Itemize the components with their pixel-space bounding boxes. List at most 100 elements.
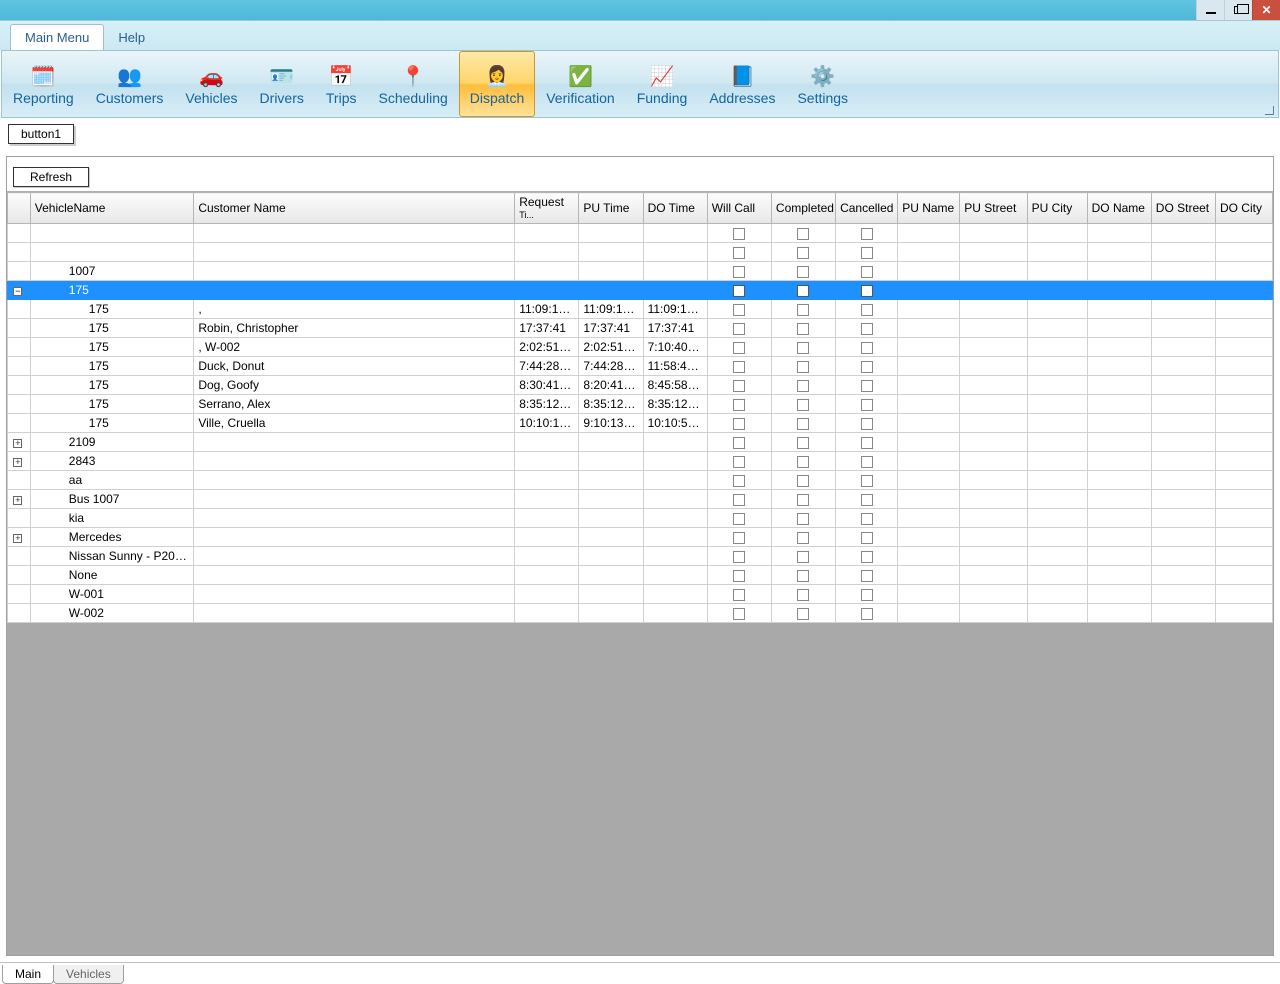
cell-cancelled[interactable] [836,585,898,604]
cell-willcall[interactable] [707,300,771,319]
checkbox-icon[interactable] [733,418,745,430]
cell-cancelled[interactable] [836,319,898,338]
col-header[interactable]: Cancelled [836,193,898,224]
checkbox-icon[interactable] [733,494,745,506]
row-expander[interactable] [8,338,31,357]
cell-willcall[interactable] [707,281,771,300]
checkbox-icon[interactable] [861,437,873,449]
table-row[interactable]: +Bus 1007 [8,490,1273,509]
cell-cancelled[interactable] [836,433,898,452]
cell-completed[interactable] [771,585,835,604]
checkbox-icon[interactable] [797,589,809,601]
cell-willcall[interactable] [707,376,771,395]
cell-completed[interactable] [771,262,835,281]
cell-cancelled[interactable] [836,281,898,300]
row-expander[interactable] [8,224,31,243]
checkbox-icon[interactable] [733,399,745,411]
checkbox-icon[interactable] [797,532,809,544]
cell-completed[interactable] [771,547,835,566]
cell-completed[interactable] [771,243,835,262]
tool-funding[interactable]: 📈Funding [626,51,699,117]
tool-dispatch[interactable]: 👩‍💼Dispatch [459,51,535,117]
checkbox-icon[interactable] [733,323,745,335]
col-header[interactable]: PU City [1027,193,1087,224]
cell-completed[interactable] [771,224,835,243]
checkbox-icon[interactable] [861,608,873,620]
cell-willcall[interactable] [707,452,771,471]
ribbon-tab-help[interactable]: Help [104,25,159,50]
table-row[interactable] [8,224,1273,243]
cell-cancelled[interactable] [836,509,898,528]
checkbox-icon[interactable] [797,437,809,449]
maximize-button[interactable] [1224,0,1252,20]
row-expander[interactable]: − [8,281,31,300]
checkbox-icon[interactable] [733,589,745,601]
cell-completed[interactable] [771,566,835,585]
checkbox-icon[interactable] [797,285,809,297]
table-row[interactable]: +Mercedes [8,528,1273,547]
table-row[interactable]: aa [8,471,1273,490]
col-header[interactable]: PU Street [960,193,1027,224]
cell-willcall[interactable] [707,357,771,376]
checkbox-icon[interactable] [797,304,809,316]
row-expander[interactable] [8,395,31,414]
col-header[interactable]: PU Name [898,193,960,224]
cell-cancelled[interactable] [836,604,898,623]
checkbox-icon[interactable] [733,475,745,487]
checkbox-icon[interactable] [861,323,873,335]
table-row[interactable]: 1007 [8,262,1273,281]
cell-cancelled[interactable] [836,471,898,490]
cell-completed[interactable] [771,604,835,623]
cell-completed[interactable] [771,300,835,319]
bottom-tab-main[interactable]: Main [2,965,54,984]
checkbox-icon[interactable] [861,304,873,316]
checkbox-icon[interactable] [797,456,809,468]
col-header[interactable]: DO Name [1087,193,1151,224]
checkbox-icon[interactable] [861,247,873,259]
cell-willcall[interactable] [707,433,771,452]
checkbox-icon[interactable] [797,475,809,487]
checkbox-icon[interactable] [733,304,745,316]
checkbox-icon[interactable] [861,285,873,297]
row-expander[interactable] [8,604,31,623]
cell-completed[interactable] [771,452,835,471]
cell-willcall[interactable] [707,262,771,281]
cell-willcall[interactable] [707,224,771,243]
table-row[interactable]: None [8,566,1273,585]
row-expander[interactable] [8,414,31,433]
cell-willcall[interactable] [707,395,771,414]
cell-completed[interactable] [771,471,835,490]
table-row[interactable]: 175Duck, Donut7:44:28 PM7:44:28 PM11:58:… [8,357,1273,376]
cell-willcall[interactable] [707,585,771,604]
table-row[interactable]: 175Serrano, Alex8:35:12 PM8:35:12 PM8:35… [8,395,1273,414]
col-header[interactable]: Will Call [707,193,771,224]
cell-willcall[interactable] [707,338,771,357]
checkbox-icon[interactable] [797,570,809,582]
checkbox-icon[interactable] [733,266,745,278]
cell-completed[interactable] [771,319,835,338]
dispatch-grid[interactable]: VehicleNameCustomer NameRequestTi...PU T… [7,191,1273,623]
refresh-button[interactable]: Refresh [13,167,89,187]
row-expander[interactable]: + [8,452,31,471]
col-header[interactable]: VehicleName [30,193,194,224]
cell-completed[interactable] [771,509,835,528]
table-row[interactable]: +2109 [8,433,1273,452]
cell-willcall[interactable] [707,471,771,490]
cell-cancelled[interactable] [836,338,898,357]
cell-cancelled[interactable] [836,262,898,281]
checkbox-icon[interactable] [797,418,809,430]
cell-cancelled[interactable] [836,414,898,433]
cell-cancelled[interactable] [836,357,898,376]
checkbox-icon[interactable] [797,399,809,411]
cell-completed[interactable] [771,395,835,414]
checkbox-icon[interactable] [733,380,745,392]
cell-cancelled[interactable] [836,452,898,471]
table-row[interactable]: 175Ville, Cruella10:10:13 ...9:10:13 PM1… [8,414,1273,433]
checkbox-icon[interactable] [861,456,873,468]
row-expander[interactable] [8,585,31,604]
row-expander[interactable] [8,566,31,585]
tool-settings[interactable]: ⚙️Settings [786,51,859,117]
checkbox-icon[interactable] [861,551,873,563]
cell-completed[interactable] [771,376,835,395]
col-header[interactable]: Customer Name [194,193,515,224]
